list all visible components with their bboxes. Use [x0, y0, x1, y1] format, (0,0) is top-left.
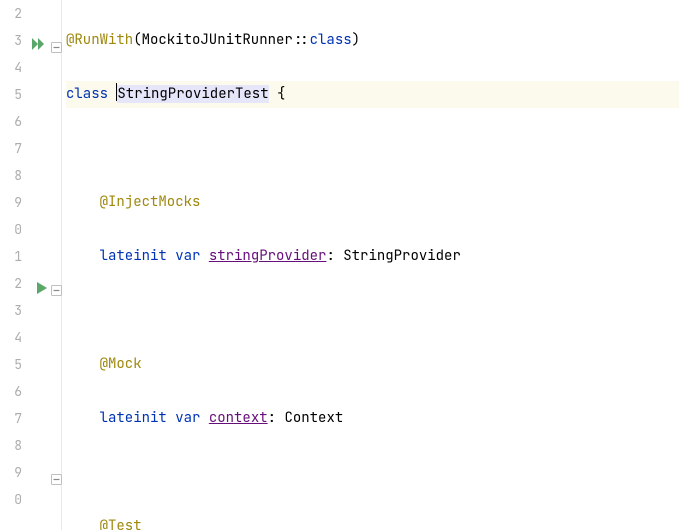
- line-number: 9: [0, 459, 30, 486]
- line-number: 2: [0, 0, 30, 27]
- code-line[interactable]: @Test: [66, 513, 679, 530]
- line-number: 4: [0, 54, 30, 81]
- line-number: 5: [0, 351, 30, 378]
- annotation: @RunWith: [66, 31, 133, 49]
- code-line[interactable]: lateinit var context: Context: [66, 405, 679, 432]
- line-number: 5: [0, 81, 30, 108]
- code-line[interactable]: @InjectMocks: [66, 189, 679, 216]
- field-ref: context: [209, 409, 268, 427]
- annotation: @InjectMocks: [100, 193, 201, 211]
- gutter-icon-area: [30, 0, 62, 530]
- code-line[interactable]: lateinit var stringProvider: StringProvi…: [66, 243, 679, 270]
- line-number: 0: [0, 486, 30, 513]
- line-number-gutter: 2 3 4 5 6 7 8 9 0 1 2 3 4 5 6 7 8 9 0: [0, 0, 30, 530]
- line-number: 6: [0, 108, 30, 135]
- line-number: 1: [0, 243, 30, 270]
- line-number: 7: [0, 135, 30, 162]
- line-number: 9: [0, 189, 30, 216]
- line-number: 4: [0, 324, 30, 351]
- code-line[interactable]: [66, 459, 679, 486]
- code-line[interactable]: @Mock: [66, 351, 679, 378]
- line-number: 3: [0, 27, 30, 54]
- line-number: 2: [0, 270, 30, 297]
- code-line[interactable]: [66, 135, 679, 162]
- code-line[interactable]: @RunWith(MockitoJUnitRunner::class): [66, 27, 679, 54]
- line-number: 6: [0, 378, 30, 405]
- code-line-current[interactable]: class StringProviderTest {: [66, 81, 679, 108]
- line-number: 8: [0, 432, 30, 459]
- line-number: 8: [0, 162, 30, 189]
- text-caret: [116, 83, 117, 101]
- annotation: @Test: [100, 517, 142, 530]
- code-editor[interactable]: @RunWith(MockitoJUnitRunner::class) clas…: [62, 0, 679, 530]
- line-number: 7: [0, 405, 30, 432]
- fold-close-icon[interactable]: [51, 468, 62, 495]
- annotation: @Mock: [100, 355, 142, 373]
- field-ref: stringProvider: [209, 247, 327, 265]
- line-number: 0: [0, 216, 30, 243]
- class-name: StringProviderTest: [117, 85, 268, 103]
- code-line[interactable]: [66, 297, 679, 324]
- line-number: 3: [0, 297, 30, 324]
